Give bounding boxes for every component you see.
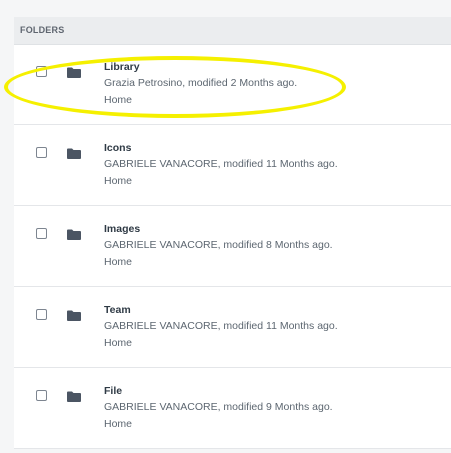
folder-icon [67, 148, 81, 159]
folder-meta: GABRIELE VANACORE, modified 8 Months ago… [104, 239, 333, 251]
folder-checkbox[interactable] [36, 228, 47, 239]
folder-meta: Grazia Petrosino, modified 2 Months ago. [104, 77, 298, 89]
folder-list: Library Grazia Petrosino, modified 2 Mon… [14, 45, 451, 449]
folder-meta: GABRIELE VANACORE, modified 9 Months ago… [104, 401, 333, 413]
folder-path: Home [104, 256, 133, 268]
folder-name[interactable]: Library [104, 61, 140, 73]
folder-meta: GABRIELE VANACORE, modified 11 Months ag… [104, 158, 338, 170]
folder-name[interactable]: File [104, 385, 122, 397]
folders-panel: FOLDERS Library Grazia Petrosino, modifi… [0, 0, 451, 453]
folder-path: Home [104, 175, 133, 187]
folder-row[interactable]: File GABRIELE VANACORE, modified 9 Month… [14, 369, 451, 449]
folder-checkbox[interactable] [36, 147, 47, 158]
folder-icon [67, 391, 81, 402]
folder-row[interactable]: Images GABRIELE VANACORE, modified 8 Mon… [14, 207, 451, 287]
folder-name[interactable]: Icons [104, 142, 131, 154]
folder-name[interactable]: Team [104, 304, 131, 316]
folders-header: FOLDERS [14, 17, 451, 45]
folder-checkbox[interactable] [36, 309, 47, 320]
folder-path: Home [104, 418, 133, 430]
folder-checkbox[interactable] [36, 390, 47, 401]
folder-name[interactable]: Images [104, 223, 140, 235]
folder-path: Home [104, 94, 133, 106]
folder-path: Home [104, 337, 133, 349]
folder-icon [67, 229, 81, 240]
folder-icon [67, 310, 81, 321]
folder-row[interactable]: Icons GABRIELE VANACORE, modified 11 Mon… [14, 126, 451, 206]
folder-row[interactable]: Library Grazia Petrosino, modified 2 Mon… [14, 45, 451, 125]
folder-icon [67, 67, 81, 78]
folder-meta: GABRIELE VANACORE, modified 11 Months ag… [104, 320, 338, 332]
folders-header-label: FOLDERS [20, 25, 65, 35]
folder-checkbox[interactable] [36, 66, 47, 77]
folder-row[interactable]: Team GABRIELE VANACORE, modified 11 Mont… [14, 288, 451, 368]
